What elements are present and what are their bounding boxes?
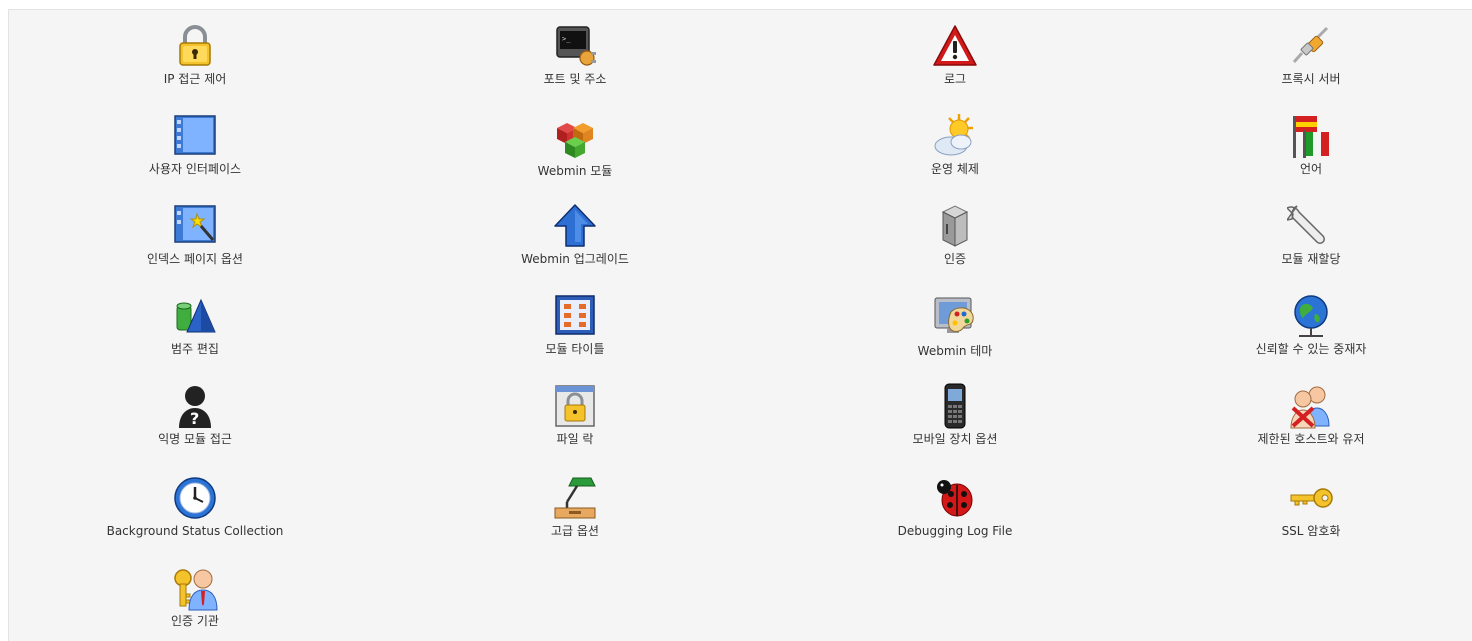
module-anonymous-module-access[interactable]: ? 익명 모듈 접근 (45, 382, 345, 447)
flags-icon (1293, 116, 1329, 158)
desk-lamp-icon (554, 477, 596, 519)
module-module-titles[interactable]: 모듈 타이틀 (425, 292, 725, 357)
module-logs[interactable]: 로그 (805, 22, 1105, 87)
sun-cloud-icon (934, 114, 973, 156)
module-label: 언어 (1299, 162, 1323, 176)
module-label: Debugging Log File (897, 524, 1013, 538)
anonymous-user-icon: ? (179, 386, 211, 428)
module-webmin-modules[interactable]: Webmin 모듈 (425, 114, 725, 179)
module-label: SSL 암호화 (1281, 524, 1341, 538)
module-user-interface[interactable]: 사용자 인터페이스 (45, 112, 345, 177)
monitor-palette-icon (934, 297, 974, 333)
users-denied-icon (1290, 386, 1330, 429)
warning-triangle-icon (933, 25, 977, 66)
module-label: 로그 (943, 72, 967, 86)
module-label: 사용자 인터페이스 (148, 162, 242, 176)
module-webmin-upgrade[interactable]: Webmin 업그레이드 (425, 202, 725, 267)
module-label: 파일 락 (556, 432, 594, 446)
module-label: 신뢰할 수 있는 중재자 (1255, 342, 1367, 356)
cubes-icon (557, 123, 593, 158)
module-label: 익명 모듈 접근 (158, 432, 232, 446)
module-edit-categories[interactable]: 범주 편집 (45, 292, 345, 357)
module-label: 인증 기관 (171, 614, 219, 628)
module-label: 모바일 장치 옵션 (912, 432, 998, 446)
module-label: 고급 옵션 (551, 524, 599, 538)
module-language[interactable]: 언어 (1161, 112, 1461, 177)
key-icon (1290, 488, 1333, 508)
module-reassign-modules[interactable]: 모듈 재할당 (1161, 202, 1461, 267)
module-label: 모듈 타이틀 (545, 342, 605, 356)
window-icon (174, 115, 216, 155)
globe-network-icon (1294, 295, 1328, 337)
module-operating-system[interactable]: 운영 체제 (805, 112, 1105, 177)
clock-icon (174, 477, 216, 519)
terminal-plug-icon: >_ (556, 26, 596, 66)
module-label: Background Status Collection (106, 524, 284, 538)
module-webmin-themes[interactable]: Webmin 테마 (805, 294, 1105, 359)
ladybug-icon (937, 480, 973, 517)
server-box-icon (941, 205, 969, 247)
cable-connector-icon (1292, 26, 1329, 63)
module-ssl-encryption[interactable]: SSL 암호화 (1161, 474, 1461, 539)
module-trusted-referrers[interactable]: 신뢰할 수 있는 중재자 (1161, 292, 1461, 357)
module-label: 포트 및 주소 (543, 72, 607, 86)
module-debugging-log-file[interactable]: Debugging Log File (805, 474, 1105, 539)
module-ip-access-control[interactable]: IP 접근 제어 (45, 22, 345, 87)
module-label: 모듈 재할당 (1281, 252, 1341, 266)
module-authentication[interactable]: 인증 (805, 202, 1105, 267)
mobile-phone-icon (944, 383, 966, 429)
svg-text:>_: >_ (562, 35, 571, 43)
module-label: 인증 (943, 252, 967, 266)
module-file-locking[interactable]: 파일 락 (425, 382, 725, 447)
module-advanced-options[interactable]: 고급 옵션 (425, 474, 725, 539)
shapes-icon (176, 298, 216, 333)
locked-window-icon (555, 385, 595, 427)
module-label: Webmin 업그레이드 (521, 252, 629, 266)
module-background-status-collection[interactable]: Background Status Collection (45, 474, 345, 539)
module-config-panel: IP 접근 제어 >_ 포트 및 주소 로그 프록시 서버 사용자 인터페이스 … (8, 9, 1472, 641)
module-allowed-hosts-users[interactable]: 제한된 호스트와 유저 (1161, 382, 1461, 447)
module-label: 운영 체제 (931, 162, 979, 176)
grid-window-icon (555, 295, 595, 335)
module-certificate-authority[interactable]: 인증 기관 (45, 564, 345, 629)
module-proxy-servers[interactable]: 프록시 서버 (1161, 22, 1461, 87)
padlock-icon (179, 25, 211, 66)
module-mobile-device-options[interactable]: 모바일 장치 옵션 (805, 382, 1105, 447)
module-label: Webmin 모듈 (537, 164, 613, 178)
module-label: 범주 편집 (171, 342, 219, 356)
module-label: 인덱스 페이지 옵션 (147, 252, 243, 266)
module-label: 프록시 서버 (1281, 72, 1341, 86)
module-label: Webmin 테마 (917, 344, 993, 358)
certificate-user-icon (174, 569, 218, 611)
up-arrow-icon (554, 204, 596, 247)
module-index-page-options[interactable]: 인덱스 페이지 옵션 (45, 202, 345, 267)
module-label: 제한된 호스트와 유저 (1257, 432, 1365, 446)
wrench-icon (1287, 205, 1325, 244)
module-ports-addresses[interactable]: >_ 포트 및 주소 (425, 22, 725, 87)
module-label: IP 접근 제어 (163, 72, 227, 86)
window-wand-icon (174, 205, 216, 243)
svg-text:?: ? (190, 409, 199, 428)
